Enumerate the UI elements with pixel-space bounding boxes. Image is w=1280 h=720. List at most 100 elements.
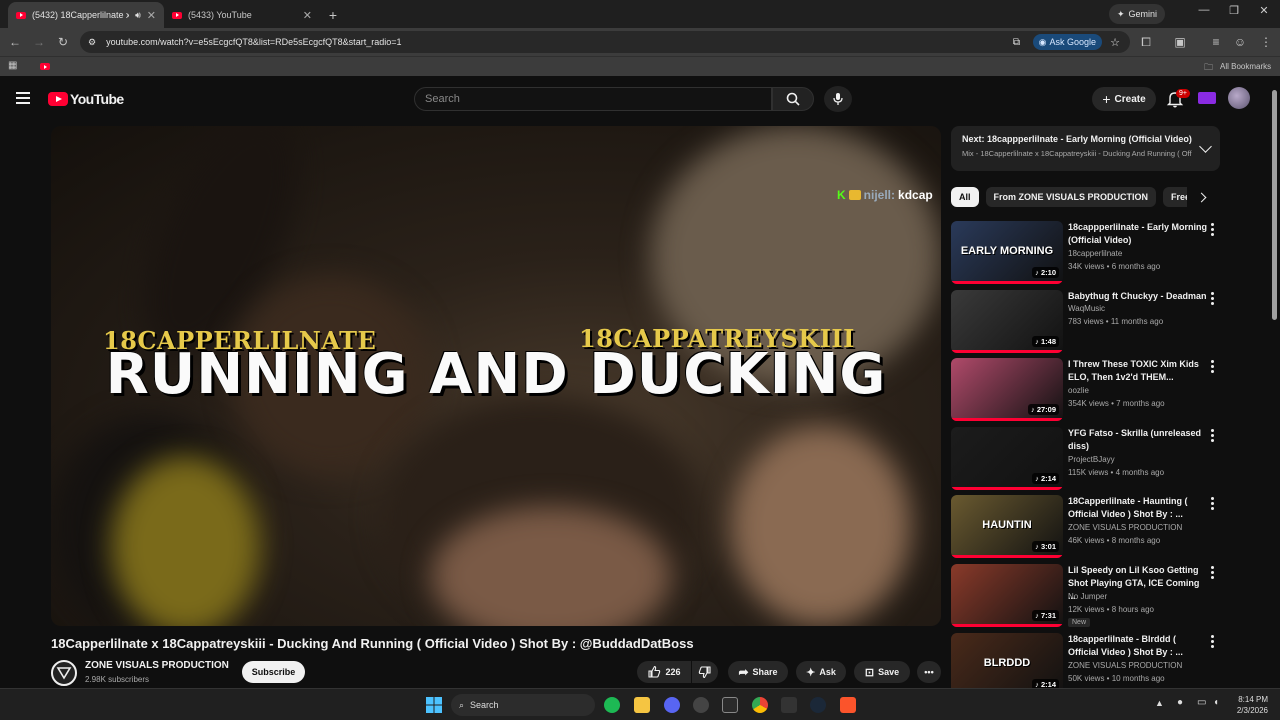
recommendation-title[interactable]: 18Capperlilnate - Haunting ( Official Vi…	[1068, 495, 1208, 521]
forward-icon[interactable]: →	[27, 30, 51, 54]
chrome-icon[interactable]	[752, 697, 768, 713]
close-tab-icon[interactable]: ✕	[147, 9, 156, 22]
chip-freestyle[interactable]: Freestyle	[1163, 187, 1187, 207]
chip-from-channel[interactable]: From ZONE VISUALS PRODUCTION	[985, 187, 1157, 207]
restore-icon[interactable]: ❐	[1224, 4, 1244, 17]
recommendation-title[interactable]: I Threw These TOXIC Xim Kids ELO, Then 1…	[1068, 358, 1208, 384]
video-thumbnail[interactable]: HAUNTIN ♪ 3:01	[951, 495, 1063, 558]
chip-all[interactable]: All	[951, 187, 979, 207]
recommendation-item[interactable]: ♪ 1:48 Babythug ft Chuckyy - Deadman WaqMu…	[951, 290, 1221, 354]
tray-chevron-icon[interactable]: ▲	[1155, 698, 1164, 708]
recommendation-item[interactable]: ♪ 2:14 YFG Fatso - Skrilla (unreleased di…	[951, 427, 1221, 491]
search-input[interactable]: Search	[414, 87, 772, 111]
up-next-card[interactable]: Next: 18cappperlilnate - Early Morning (…	[951, 126, 1220, 171]
extensions-icon[interactable]: ⧠	[1134, 30, 1158, 54]
subscribe-button[interactable]: Subscribe	[242, 661, 305, 683]
apps-grid-icon[interactable]: ▦	[8, 60, 17, 71]
discord-icon[interactable]	[664, 697, 680, 713]
taskbar-search[interactable]: ⌕ Search	[451, 694, 595, 716]
menu-icon[interactable]: ⋮	[1254, 30, 1278, 54]
recommendation-channel[interactable]: 18capperlilnate	[1068, 249, 1122, 258]
video-thumbnail[interactable]: ♪ 27:09	[951, 358, 1063, 421]
chevron-right-icon[interactable]	[1196, 192, 1207, 203]
recommendation-item[interactable]: HAUNTIN ♪ 3:01 18Capperlilnate - Haunting …	[951, 495, 1221, 559]
search-button[interactable]	[772, 87, 814, 111]
more-options-icon[interactable]	[1210, 292, 1214, 307]
epic-games-icon[interactable]	[722, 697, 738, 713]
recommendation-item[interactable]: ♪ 27:09 I Threw These TOXIC Xim Kids ELO,…	[951, 358, 1221, 422]
new-tab-button[interactable]: +	[320, 2, 346, 28]
close-window-icon[interactable]: ✕	[1254, 4, 1274, 17]
ask-button[interactable]: ✦ Ask	[796, 661, 846, 683]
channel-name[interactable]: ZONE VISUALS PRODUCTION	[85, 660, 229, 671]
volume-icon[interactable]: ◖	[1213, 697, 1219, 708]
chevron-down-icon[interactable]	[1199, 140, 1212, 153]
recommendation-title[interactable]: 18cappperlilnate - Early Morning (Offici…	[1068, 221, 1208, 247]
ask-google-button[interactable]: ◉ Ask Google	[1032, 34, 1102, 50]
split-view-icon[interactable]: ▣	[1168, 30, 1192, 54]
recommendation-channel[interactable]: WaqMusic	[1068, 304, 1105, 313]
guide-menu-icon[interactable]	[16, 92, 30, 104]
more-options-icon[interactable]	[1210, 429, 1214, 444]
spotify-icon[interactable]	[604, 697, 620, 713]
system-clock[interactable]: 8:14 PM 2/3/2026	[1237, 694, 1268, 716]
more-options-icon[interactable]	[1210, 635, 1214, 650]
gemini-button[interactable]: ✦ Gemini	[1108, 4, 1165, 24]
reload-icon[interactable]: ↻	[51, 30, 75, 54]
youtube-logo[interactable]: YouTube	[48, 91, 124, 107]
voice-search-button[interactable]	[824, 86, 852, 112]
minimize-icon[interactable]: —	[1194, 4, 1214, 16]
install-icon[interactable]: ⧉	[1013, 37, 1020, 48]
recommendation-channel[interactable]: ZONE VISUALS PRODUCTION	[1068, 661, 1182, 670]
more-actions-button[interactable]: •••	[917, 661, 941, 683]
address-bar[interactable]: ⚙ youtube.com/watch?v=e5sEcgcfQT8&list=R…	[80, 31, 1130, 53]
more-options-icon[interactable]	[1210, 223, 1214, 238]
file-explorer-icon[interactable]	[634, 697, 650, 713]
recommendation-item[interactable]: ♪ 7:31 Lil Speedy on Lil Ksoo Getting Sho…	[951, 564, 1221, 628]
tab-active[interactable]: (5432) 18Capperlilnate x 18 🔊︎ ✕	[8, 2, 164, 28]
account-avatar[interactable]	[1228, 87, 1250, 109]
video-thumbnail[interactable]: EARLY MORNING ♪ 2:10	[951, 221, 1063, 284]
speaker-icon[interactable]: 🔊︎	[135, 10, 141, 21]
profile-icon[interactable]: ☺	[1228, 30, 1252, 54]
video-thumbnail[interactable]: ♪ 2:14	[951, 427, 1063, 490]
like-button[interactable]: 226	[637, 661, 691, 683]
app-icon[interactable]	[781, 697, 797, 713]
bookmark-star-icon[interactable]: ☆	[1110, 36, 1120, 49]
dislike-button[interactable]	[692, 661, 718, 683]
recommendation-channel[interactable]: ProjectBJayy	[1068, 455, 1115, 464]
video-thumbnail[interactable]: BLRDDD ♪ 2:14	[951, 633, 1063, 696]
more-options-icon[interactable]	[1210, 360, 1214, 375]
recommendation-title[interactable]: 18capperlilnate - Blrddd ( Official Vide…	[1068, 633, 1208, 659]
reading-list-icon[interactable]: ≡	[1204, 30, 1228, 54]
steam-icon[interactable]	[810, 697, 826, 713]
recommendation-item[interactable]: EARLY MORNING ♪ 2:10 18cappperlilnate - Ea…	[951, 221, 1221, 285]
youtube-bookmark-icon[interactable]	[40, 63, 50, 70]
create-button[interactable]: + Create	[1092, 87, 1156, 111]
recommendation-channel[interactable]: No Jumper	[1068, 592, 1107, 601]
all-bookmarks-link[interactable]: All Bookmarks	[1220, 62, 1271, 71]
more-options-icon[interactable]	[1210, 566, 1214, 581]
close-tab-icon[interactable]: ✕	[303, 9, 312, 22]
channel-avatar[interactable]	[51, 660, 77, 686]
brave-icon[interactable]	[840, 697, 856, 713]
recommendation-channel[interactable]: ZONE VISUALS PRODUCTION	[1068, 523, 1182, 532]
obs-icon[interactable]	[693, 697, 709, 713]
tab-inactive[interactable]: (5433) YouTube ✕	[164, 2, 320, 28]
recommendation-title[interactable]: Babythug ft Chuckyy - Deadman	[1068, 290, 1208, 303]
extension-badge-icon[interactable]	[1198, 92, 1216, 104]
site-settings-icon[interactable]: ⚙	[88, 37, 96, 48]
tray-mic-icon[interactable]: ●	[1177, 697, 1183, 708]
video-thumbnail[interactable]: ♪ 1:48	[951, 290, 1063, 353]
video-player[interactable]: 18CAPPERLILNATE 18CAPPATREYSKIII RUNNING…	[51, 126, 941, 626]
video-thumbnail[interactable]: ♪ 7:31	[951, 564, 1063, 627]
page-scrollbar[interactable]	[1272, 90, 1277, 320]
share-button[interactable]: ➦ Share	[728, 661, 788, 683]
save-button[interactable]: ⊡ Save	[854, 661, 910, 683]
back-icon[interactable]: ←	[3, 30, 27, 54]
recommendation-title[interactable]: YFG Fatso - Skrilla (unreleased diss)	[1068, 427, 1208, 453]
network-icon[interactable]: ▭	[1197, 697, 1206, 708]
recommendation-channel[interactable]: oozlie	[1068, 386, 1089, 395]
windows-start-icon[interactable]	[426, 697, 442, 713]
more-options-icon[interactable]	[1210, 497, 1214, 512]
